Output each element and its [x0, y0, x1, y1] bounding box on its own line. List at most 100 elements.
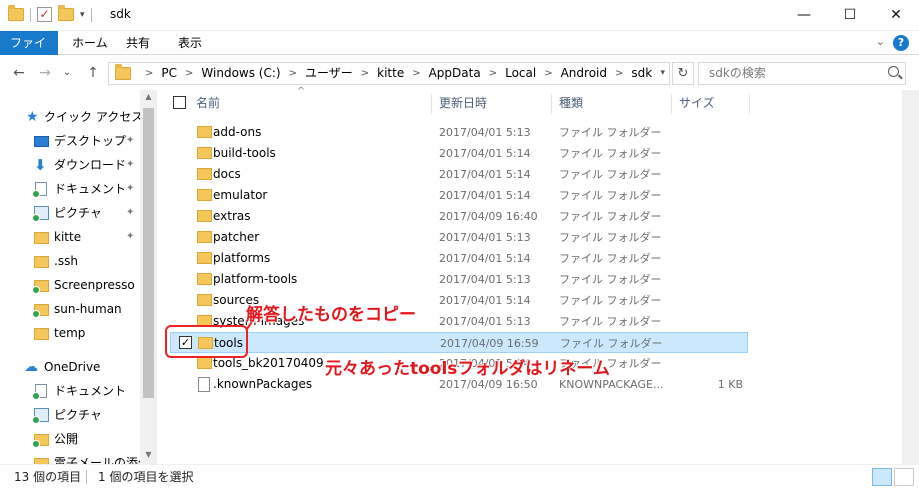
- sidebar-item-temp[interactable]: temp: [0, 322, 140, 344]
- file-name: extras: [213, 209, 251, 223]
- table-row[interactable]: add-ons 2017/04/01 5:13 ファイル フォルダー: [170, 122, 748, 143]
- large-icons-view-button[interactable]: [894, 468, 914, 486]
- search-box[interactable]: sdkの検索: [698, 62, 906, 85]
- chevron-right-icon[interactable]: >: [283, 63, 303, 84]
- pin-icon[interactable]: ✦: [126, 202, 134, 224]
- column-divider[interactable]: [551, 94, 552, 114]
- customize-toolbar-icon[interactable]: ▾: [80, 10, 85, 20]
- file-name: platforms: [213, 251, 271, 265]
- sidebar-item-ssh[interactable]: .ssh: [0, 250, 140, 272]
- pin-icon[interactable]: ✦: [126, 130, 134, 152]
- recent-locations-button[interactable]: ⌄: [56, 62, 78, 84]
- sidebar-item-sun-human[interactable]: sun-human: [0, 298, 140, 320]
- sidebar-item-downloads[interactable]: ⬇ ダウンロード ✦: [0, 154, 140, 176]
- chevron-right-icon[interactable]: >: [179, 63, 199, 84]
- forward-button[interactable]: →: [34, 62, 56, 84]
- breadcrumb-item[interactable]: Windows (C:): [199, 63, 282, 84]
- select-all-checkbox[interactable]: [173, 96, 186, 109]
- refresh-button[interactable]: ↻: [672, 62, 694, 85]
- breadcrumb-item[interactable]: PC: [159, 63, 179, 84]
- column-header-size[interactable]: サイズ: [679, 90, 715, 116]
- sidebar-item-onedrive[interactable]: ☁ OneDrive: [0, 356, 140, 378]
- breadcrumb-item[interactable]: AppData: [427, 63, 483, 84]
- table-row[interactable]: platforms 2017/04/01 5:14 ファイル フォルダー: [170, 248, 748, 269]
- folder-icon: [34, 256, 49, 268]
- pin-icon[interactable]: ✦: [126, 226, 134, 248]
- table-row[interactable]: ✓ tools 2017/04/09 16:59 ファイル フォルダー: [170, 332, 748, 353]
- maximize-button[interactable]: ☐: [827, 0, 873, 31]
- scroll-down-icon[interactable]: ▼: [140, 450, 157, 459]
- new-folder-icon[interactable]: [58, 5, 74, 21]
- search-input[interactable]: sdkの検索: [709, 63, 766, 84]
- navigation-pane-scrollbar[interactable]: ▲ ▼: [140, 90, 157, 464]
- file-size: [677, 185, 743, 206]
- folder-icon[interactable]: [8, 5, 24, 21]
- file-size: [677, 290, 743, 311]
- column-header-type[interactable]: 種類: [559, 90, 583, 116]
- tab-file[interactable]: ファイル: [0, 31, 58, 74]
- breadcrumb-item[interactable]: ユーザー: [303, 63, 355, 84]
- table-row[interactable]: docs 2017/04/01 5:14 ファイル フォルダー: [170, 164, 748, 185]
- table-row[interactable]: emulator 2017/04/01 5:14 ファイル フォルダー: [170, 185, 748, 206]
- properties-icon[interactable]: ✓: [37, 7, 52, 22]
- file-list-scrollbar[interactable]: [902, 90, 919, 464]
- file-type: ファイル フォルダー: [559, 126, 662, 139]
- column-header-date[interactable]: 更新日時: [439, 90, 487, 116]
- item-count: 13 個の項目: [14, 470, 82, 484]
- pin-icon[interactable]: ✦: [126, 154, 134, 176]
- pin-icon[interactable]: ✦: [126, 178, 134, 200]
- sidebar-item-documents[interactable]: ドキュメント ✦: [0, 178, 140, 200]
- tab-view[interactable]: 表示: [168, 31, 212, 55]
- tab-share[interactable]: 共有: [116, 31, 160, 55]
- table-row[interactable]: build-tools 2017/04/01 5:14 ファイル フォルダー: [170, 143, 748, 164]
- chevron-right-icon[interactable]: >: [609, 63, 629, 84]
- close-button[interactable]: ✕: [873, 0, 919, 31]
- sidebar-item-onedrive-pictures[interactable]: ピクチャ: [0, 404, 140, 426]
- column-divider[interactable]: [749, 94, 750, 114]
- sidebar-item-kitte[interactable]: kitte ✦: [0, 226, 140, 248]
- help-icon[interactable]: ?: [893, 35, 909, 51]
- file-size: [677, 311, 743, 332]
- column-divider[interactable]: [431, 94, 432, 114]
- sidebar-item-label: ダウンロード: [54, 158, 127, 172]
- folder-icon: [34, 232, 49, 244]
- minimize-button[interactable]: —: [781, 0, 827, 31]
- breadcrumb-item[interactable]: Android: [559, 63, 609, 84]
- sidebar-item-quick-access[interactable]: ★ クイック アクセス: [0, 106, 143, 128]
- chevron-right-icon[interactable]: >: [538, 63, 558, 84]
- chevron-right-icon[interactable]: >: [483, 63, 503, 84]
- tab-home[interactable]: ホーム: [62, 31, 118, 55]
- table-row[interactable]: extras 2017/04/09 16:40 ファイル フォルダー: [170, 206, 748, 227]
- column-header-name[interactable]: 名前: [196, 90, 220, 116]
- sidebar-item-desktop[interactable]: デスクトップ ✦: [0, 130, 140, 152]
- scrollbar-thumb[interactable]: [143, 108, 154, 398]
- sidebar-item-onedrive-documents[interactable]: ドキュメント: [0, 380, 140, 402]
- breadcrumb-item[interactable]: Local: [503, 63, 538, 84]
- search-icon: [888, 66, 899, 77]
- sidebar-item-pictures[interactable]: ピクチャ ✦: [0, 202, 140, 224]
- folder-icon: [197, 168, 212, 180]
- chevron-right-icon[interactable]: >: [355, 63, 375, 84]
- sidebar-item-label: ピクチャ: [54, 206, 102, 220]
- breadcrumb-item[interactable]: kitte: [375, 63, 406, 84]
- sidebar-item-email-attachments[interactable]: 電子メールの添付: [0, 452, 150, 464]
- file-date: 2017/04/01 5:13: [439, 315, 531, 328]
- scroll-up-icon[interactable]: ▲: [140, 92, 157, 101]
- sidebar-item-screenpresso[interactable]: Screenpresso: [0, 274, 140, 296]
- column-divider[interactable]: [671, 94, 672, 114]
- chevron-right-icon[interactable]: >: [406, 63, 426, 84]
- table-row[interactable]: platform-tools 2017/04/01 5:13 ファイル フォルダー: [170, 269, 748, 290]
- chevron-down-icon[interactable]: ▾: [660, 63, 665, 84]
- back-button[interactable]: ←: [8, 62, 30, 84]
- details-view-button[interactable]: [872, 468, 892, 486]
- desktop-icon: [34, 136, 49, 147]
- table-row[interactable]: patcher 2017/04/01 5:13 ファイル フォルダー: [170, 227, 748, 248]
- file-name: emulator: [213, 188, 268, 202]
- file-date: 2017/04/01 5:13: [439, 273, 531, 286]
- breadcrumb-item[interactable]: sdk: [629, 63, 654, 84]
- sidebar-item-public[interactable]: 公開: [0, 428, 140, 450]
- file-date: 2017/04/01 5:14: [439, 294, 531, 307]
- expand-ribbon-icon[interactable]: ⌄: [876, 35, 885, 51]
- address-bar[interactable]: > PC > Windows (C:) > ユーザー > kitte > App…: [108, 62, 670, 85]
- up-button[interactable]: ↑: [82, 62, 104, 84]
